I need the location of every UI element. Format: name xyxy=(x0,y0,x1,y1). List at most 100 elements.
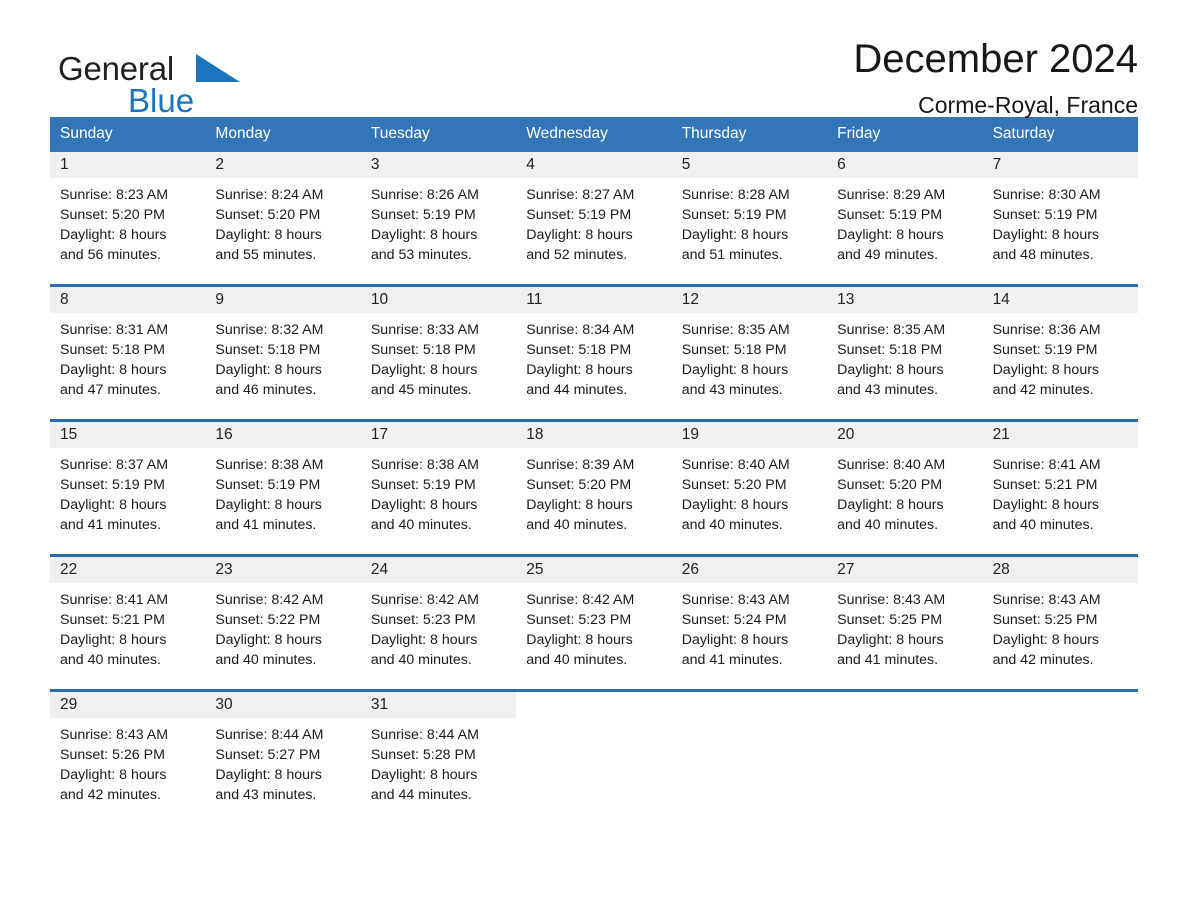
day-cell[interactable]: 21 Sunrise: 8:41 AM Sunset: 5:21 PM Dayl… xyxy=(982,421,1138,554)
day-cell[interactable]: 17 Sunrise: 8:38 AM Sunset: 5:19 PM Dayl… xyxy=(360,421,517,554)
daylight-text-line1: Daylight: 8 hours xyxy=(526,226,633,243)
day-cell[interactable]: 31 Sunrise: 8:44 AM Sunset: 5:28 PM Dayl… xyxy=(360,691,517,824)
sunrise-text: Sunrise: 8:39 AM xyxy=(526,456,635,473)
sunrise-text: Sunrise: 8:36 AM xyxy=(992,321,1101,338)
weekday-header-tuesday: Tuesday xyxy=(370,125,430,142)
day-cell[interactable]: 19 Sunrise: 8:40 AM Sunset: 5:20 PM Dayl… xyxy=(671,421,828,554)
day-cell[interactable]: 18 Sunrise: 8:39 AM Sunset: 5:20 PM Dayl… xyxy=(516,421,672,554)
day-number-band: 8 xyxy=(50,286,206,313)
daylight-text-line1: Daylight: 8 hours xyxy=(60,766,167,783)
day-cell[interactable]: 5 Sunrise: 8:28 AM Sunset: 5:19 PM Dayli… xyxy=(671,151,828,284)
daylight-text-line1: Daylight: 8 hours xyxy=(992,496,1100,513)
daylight-text-line2: and 52 minutes. xyxy=(526,246,628,263)
daylight-text-line1: Daylight: 8 hours xyxy=(60,496,167,513)
day-cell[interactable]: 13 Sunrise: 8:35 AM Sunset: 5:18 PM Dayl… xyxy=(827,286,983,419)
sunset-text: Sunset: 5:19 PM xyxy=(526,206,632,223)
daylight-text-line1: Daylight: 8 hours xyxy=(681,631,789,648)
daylight-text-line2: and 44 minutes. xyxy=(526,381,628,398)
day-info: Sunrise: 8:44 AM Sunset: 5:28 PM Dayligh… xyxy=(361,718,516,805)
day-cell[interactable]: 12 Sunrise: 8:35 AM Sunset: 5:18 PM Dayl… xyxy=(671,286,828,419)
weekday-header-row: Sunday Monday Tuesday Wednesday Thursday… xyxy=(50,117,1138,152)
day-info: Sunrise: 8:30 AM Sunset: 5:19 PM Dayligh… xyxy=(983,178,1138,265)
day-cell-empty xyxy=(516,691,672,824)
sunrise-text: Sunrise: 8:24 AM xyxy=(215,186,324,203)
daylight-text-line2: and 41 minutes. xyxy=(60,516,161,533)
sunrise-text: Sunrise: 8:44 AM xyxy=(370,726,479,743)
sunrise-text: Sunrise: 8:31 AM xyxy=(60,321,169,338)
weekday-header-wednesday: Wednesday xyxy=(526,125,608,142)
day-cell[interactable]: 22 Sunrise: 8:41 AM Sunset: 5:21 PM Dayl… xyxy=(50,556,206,689)
brand-logo[interactable]: General Blue xyxy=(50,42,280,117)
sunrise-text: Sunrise: 8:43 AM xyxy=(992,591,1101,608)
day-cell[interactable]: 25 Sunrise: 8:42 AM Sunset: 5:23 PM Dayl… xyxy=(516,556,672,689)
day-cell[interactable]: 29 Sunrise: 8:43 AM Sunset: 5:26 PM Dayl… xyxy=(50,691,206,824)
daylight-text-line2: and 40 minutes. xyxy=(526,651,628,668)
sunrise-text: Sunrise: 8:35 AM xyxy=(837,321,946,338)
day-number-band: 20 xyxy=(827,421,983,448)
day-number-band: 15 xyxy=(50,421,206,448)
day-number: 10 xyxy=(370,290,389,308)
day-number: 21 xyxy=(992,425,1010,443)
day-cell[interactable]: 24 Sunrise: 8:42 AM Sunset: 5:23 PM Dayl… xyxy=(360,556,517,689)
day-number-band: 19 xyxy=(671,421,828,448)
week-row: 8 Sunrise: 8:31 AM Sunset: 5:18 PM Dayli… xyxy=(50,283,1138,419)
day-number-band: 27 xyxy=(827,556,983,583)
day-info: Sunrise: 8:35 AM Sunset: 5:18 PM Dayligh… xyxy=(672,313,827,400)
daylight-text-line1: Daylight: 8 hours xyxy=(60,631,167,648)
day-cell[interactable]: 26 Sunrise: 8:43 AM Sunset: 5:24 PM Dayl… xyxy=(671,556,828,689)
daylight-text-line2: and 40 minutes. xyxy=(60,651,161,668)
daylight-text-line2: and 42 minutes. xyxy=(992,651,1094,668)
day-number-band: 21 xyxy=(982,421,1138,448)
sunset-text: Sunset: 5:23 PM xyxy=(370,611,476,628)
day-cell[interactable]: 23 Sunrise: 8:42 AM Sunset: 5:22 PM Dayl… xyxy=(205,556,361,689)
day-cell[interactable]: 3 Sunrise: 8:26 AM Sunset: 5:19 PM Dayli… xyxy=(360,151,517,284)
sunrise-text: Sunrise: 8:28 AM xyxy=(681,186,790,203)
calendar-grid: Sunday Monday Tuesday Wednesday Thursday… xyxy=(50,117,1138,824)
daylight-text-line1: Daylight: 8 hours xyxy=(215,496,322,513)
day-info: Sunrise: 8:42 AM Sunset: 5:23 PM Dayligh… xyxy=(516,583,671,670)
day-cell[interactable]: 9 Sunrise: 8:32 AM Sunset: 5:18 PM Dayli… xyxy=(205,286,361,419)
day-cell[interactable]: 15 Sunrise: 8:37 AM Sunset: 5:19 PM Dayl… xyxy=(50,421,206,554)
day-cell[interactable]: 6 Sunrise: 8:29 AM Sunset: 5:19 PM Dayli… xyxy=(827,151,983,284)
daylight-text-line1: Daylight: 8 hours xyxy=(837,631,944,648)
day-number: 12 xyxy=(681,290,699,308)
day-cell[interactable]: 30 Sunrise: 8:44 AM Sunset: 5:27 PM Dayl… xyxy=(205,691,361,824)
sunset-text: Sunset: 5:26 PM xyxy=(60,746,165,763)
sunrise-text: Sunrise: 8:42 AM xyxy=(215,591,324,608)
day-cell[interactable]: 4 Sunrise: 8:27 AM Sunset: 5:19 PM Dayli… xyxy=(516,151,672,284)
day-number: 29 xyxy=(60,695,78,713)
sunset-text: Sunset: 5:25 PM xyxy=(837,611,943,628)
sunrise-text: Sunrise: 8:29 AM xyxy=(837,186,946,203)
day-cell[interactable]: 28 Sunrise: 8:43 AM Sunset: 5:25 PM Dayl… xyxy=(982,556,1138,689)
daylight-text-line1: Daylight: 8 hours xyxy=(60,361,167,378)
day-info: Sunrise: 8:42 AM Sunset: 5:23 PM Dayligh… xyxy=(361,583,516,670)
day-number: 8 xyxy=(60,290,69,308)
day-cell[interactable]: 8 Sunrise: 8:31 AM Sunset: 5:18 PM Dayli… xyxy=(50,286,206,419)
daylight-text-line2: and 43 minutes. xyxy=(837,381,939,398)
daylight-text-line2: and 40 minutes. xyxy=(837,516,939,533)
day-cell[interactable]: 27 Sunrise: 8:43 AM Sunset: 5:25 PM Dayl… xyxy=(827,556,983,689)
day-number: 23 xyxy=(215,560,233,578)
day-number-band xyxy=(516,692,671,718)
day-cell[interactable]: 2 Sunrise: 8:24 AM Sunset: 5:20 PM Dayli… xyxy=(205,151,361,284)
daylight-text-line1: Daylight: 8 hours xyxy=(60,226,167,243)
day-number: 22 xyxy=(60,560,78,578)
calendar-page: General Blue December 2024 Corme-Royal, … xyxy=(0,0,1188,918)
daylight-text-line2: and 40 minutes. xyxy=(370,651,472,668)
day-cell[interactable]: 10 Sunrise: 8:33 AM Sunset: 5:18 PM Dayl… xyxy=(360,286,517,419)
day-info: Sunrise: 8:24 AM Sunset: 5:20 PM Dayligh… xyxy=(205,178,360,265)
day-number-band: 3 xyxy=(360,151,517,178)
sunset-text: Sunset: 5:20 PM xyxy=(837,476,943,493)
day-number: 30 xyxy=(215,695,233,713)
brand-name-general: General xyxy=(58,50,175,87)
day-info: Sunrise: 8:26 AM Sunset: 5:19 PM Dayligh… xyxy=(361,178,516,265)
day-cell[interactable]: 1 Sunrise: 8:23 AM Sunset: 5:20 PM Dayli… xyxy=(50,151,206,284)
day-info: Sunrise: 8:43 AM Sunset: 5:25 PM Dayligh… xyxy=(983,583,1138,670)
day-number-band: 5 xyxy=(671,151,828,178)
day-cell[interactable]: 16 Sunrise: 8:38 AM Sunset: 5:19 PM Dayl… xyxy=(205,421,361,554)
day-cell[interactable]: 20 Sunrise: 8:40 AM Sunset: 5:20 PM Dayl… xyxy=(827,421,983,554)
daylight-text-line1: Daylight: 8 hours xyxy=(992,226,1100,243)
day-cell[interactable]: 7 Sunrise: 8:30 AM Sunset: 5:19 PM Dayli… xyxy=(982,151,1138,284)
day-cell[interactable]: 14 Sunrise: 8:36 AM Sunset: 5:19 PM Dayl… xyxy=(982,286,1138,419)
day-cell[interactable]: 11 Sunrise: 8:34 AM Sunset: 5:18 PM Dayl… xyxy=(516,286,672,419)
